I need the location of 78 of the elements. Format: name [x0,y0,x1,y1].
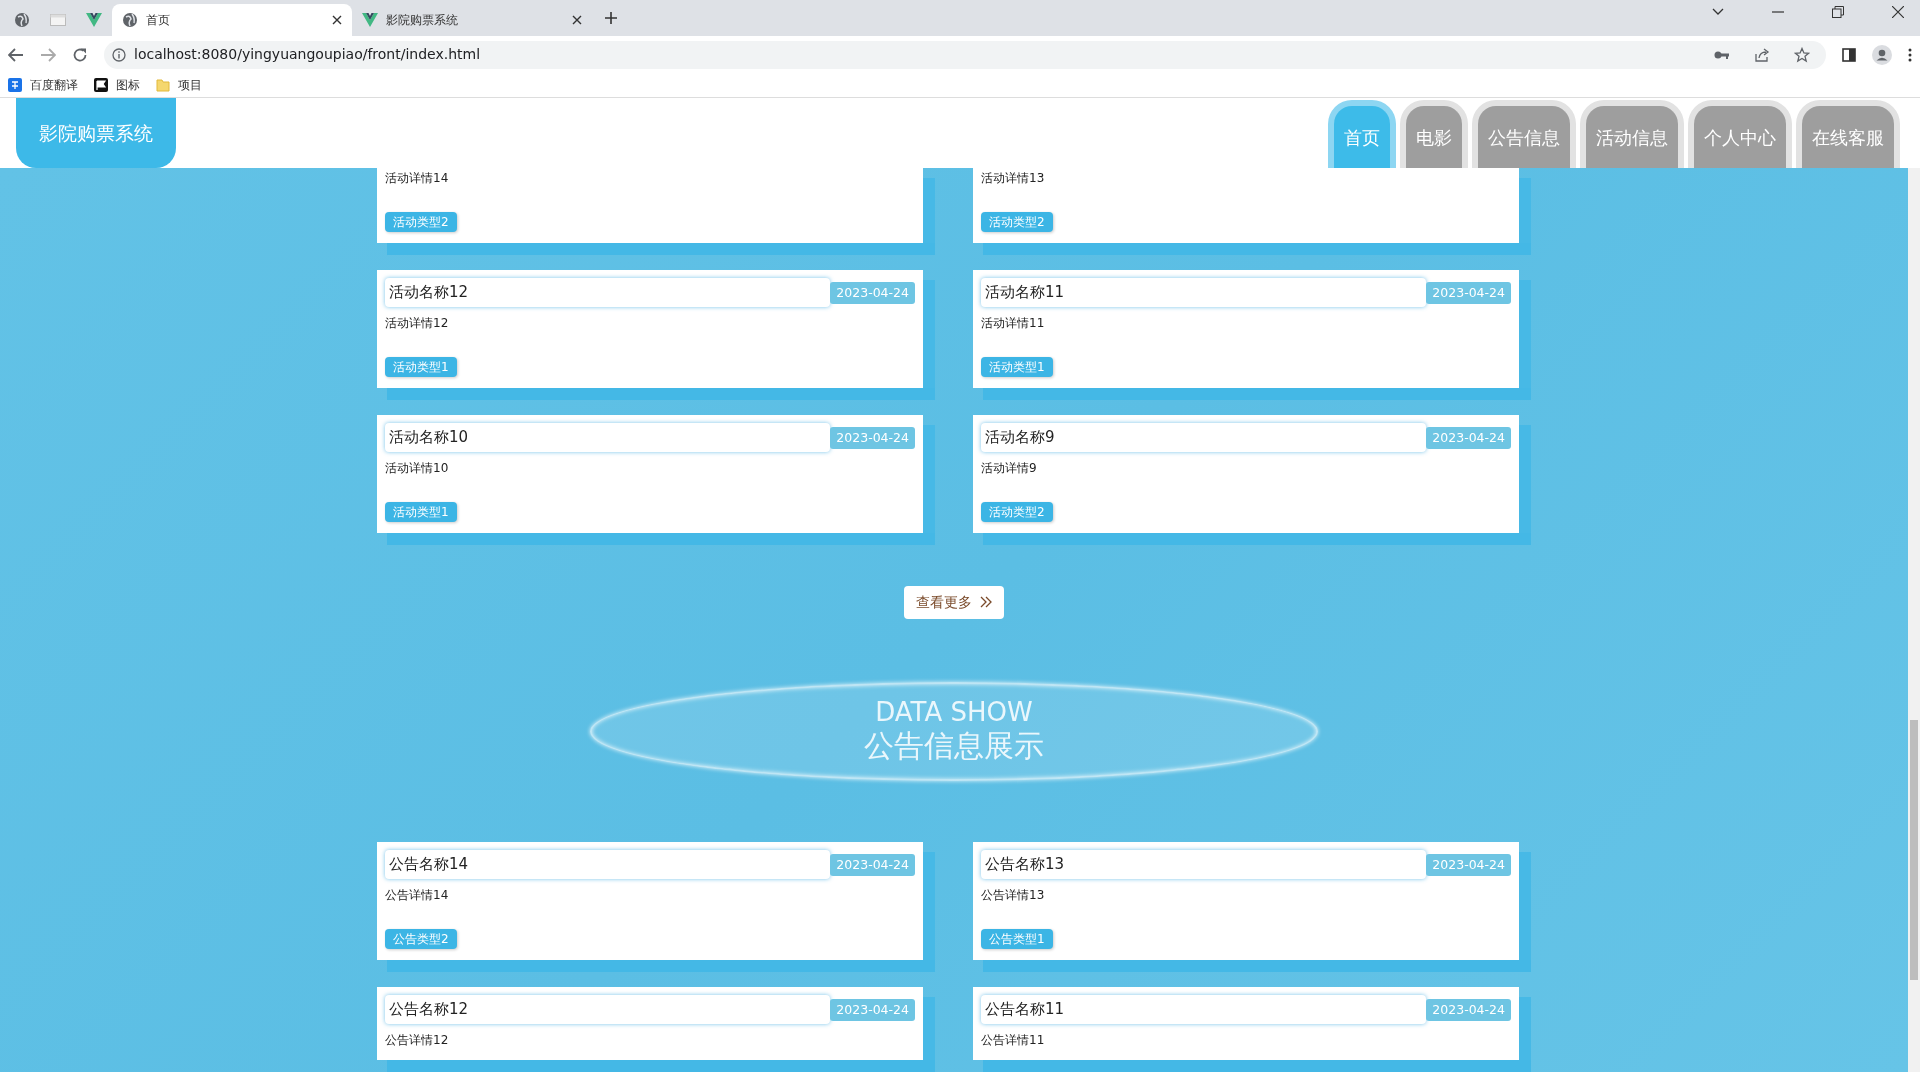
browser-tab[interactable]: 首页 [112,4,352,36]
address-bar[interactable]: localhost:8080/yingyuangoupiao/front/index.html [104,40,1826,69]
type-tag: 公告类型2 [385,929,457,949]
close-icon[interactable] [332,15,342,25]
notice-card[interactable]: 公告名称13 2023-04-24 公告详情13 公告类型1 [973,842,1519,960]
type-tag: 活动类型2 [981,502,1053,522]
activity-card[interactable]: 活动详情13 活动类型2 [973,168,1519,243]
vue-icon[interactable] [86,12,102,28]
activity-card[interactable]: 活动名称11 2023-04-24 活动详情11 活动类型1 [973,270,1519,388]
activity-detail: 活动详情12 [385,315,450,332]
notice-detail: 公告详情11 [981,1032,1046,1049]
activity-card[interactable]: 活动名称12 2023-04-24 活动详情12 活动类型1 [377,270,923,388]
browser-tab[interactable]: 影院购票系统 [352,4,592,36]
notice-card[interactable]: 公告名称12 2023-04-24 公告详情12 [377,987,923,1060]
notice-title: 公告名称12 [385,995,831,1024]
type-tag: 活动类型1 [385,357,457,377]
activity-title: 活动名称12 [385,278,831,307]
date-tag: 2023-04-24 [830,426,915,449]
folder-icon [156,78,170,92]
notice-card[interactable]: 公告名称11 2023-04-24 公告详情11 [973,987,1519,1060]
activity-detail: 活动详情13 [981,170,1046,187]
bookmark[interactable]: 项目 [156,76,202,94]
bookmark[interactable]: 图标 [94,76,140,94]
activity-detail: 活动详情9 [981,460,1038,477]
close-icon[interactable] [1892,6,1904,18]
reload-icon[interactable] [72,46,88,63]
scrollbar-thumb[interactable] [1910,720,1918,980]
scrollbar[interactable] [1908,168,1920,1072]
activity-detail: 活动详情14 [385,170,450,187]
date-tag: 2023-04-24 [1426,426,1511,449]
flag-icon [94,78,108,92]
info-icon [112,47,126,62]
date-tag: 2023-04-24 [830,281,915,304]
activity-card[interactable]: 活动详情14 活动类型2 [377,168,923,243]
activity-card[interactable]: 活动名称9 2023-04-24 活动详情9 活动类型2 [973,415,1519,533]
section-subtitle: DATA SHOW [875,697,1033,728]
notice-detail: 公告详情14 [385,887,450,904]
date-tag: 2023-04-24 [1426,998,1511,1021]
type-tag: 活动类型2 [385,212,457,232]
type-tag: 公告类型1 [981,929,1053,949]
date-tag: 2023-04-24 [830,853,915,876]
section-title: 公告信息展示 [864,727,1044,766]
bookmark[interactable]: 百度翻译 [8,76,78,94]
more-icon[interactable] [1908,47,1912,62]
type-tag: 活动类型1 [981,357,1053,377]
back-icon[interactable] [8,47,24,62]
date-tag: 2023-04-24 [1426,281,1511,304]
more-button[interactable]: 查看更多 [904,586,1004,619]
globe-icon [122,12,138,28]
restore-icon[interactable] [1832,6,1844,18]
notice-card[interactable]: 公告名称14 2023-04-24 公告详情14 公告类型2 [377,842,923,960]
activity-detail: 活动详情10 [385,460,450,477]
activity-title: 活动名称10 [385,423,831,452]
activity-card[interactable]: 活动名称10 2023-04-24 活动详情10 活动类型1 [377,415,923,533]
activity-title: 活动名称11 [981,278,1427,307]
side-panel-icon[interactable] [1842,47,1856,62]
notice-title: 公告名称13 [981,850,1427,879]
globe-icon[interactable] [14,12,30,28]
notice-detail: 公告详情12 [385,1032,450,1049]
close-icon[interactable] [572,15,582,25]
notice-title: 公告名称14 [385,850,831,879]
double-chevron-icon [980,596,992,609]
share-icon[interactable] [1754,46,1770,63]
notice-detail: 公告详情13 [981,887,1046,904]
key-icon[interactable] [1714,49,1730,60]
vue-icon [362,12,378,28]
notice-title: 公告名称11 [981,995,1427,1024]
star-icon[interactable] [1794,46,1810,63]
date-tag: 2023-04-24 [830,998,915,1021]
new-tab-icon[interactable] [604,11,618,25]
date-tag: 2023-04-24 [1426,853,1511,876]
activity-detail: 活动详情11 [981,315,1046,332]
profile-icon[interactable] [1872,44,1892,65]
translate-icon [8,78,22,92]
chevron-down-icon[interactable] [1712,8,1724,16]
type-tag: 活动类型1 [385,502,457,522]
activity-title: 活动名称9 [981,423,1427,452]
type-tag: 活动类型2 [981,212,1053,232]
